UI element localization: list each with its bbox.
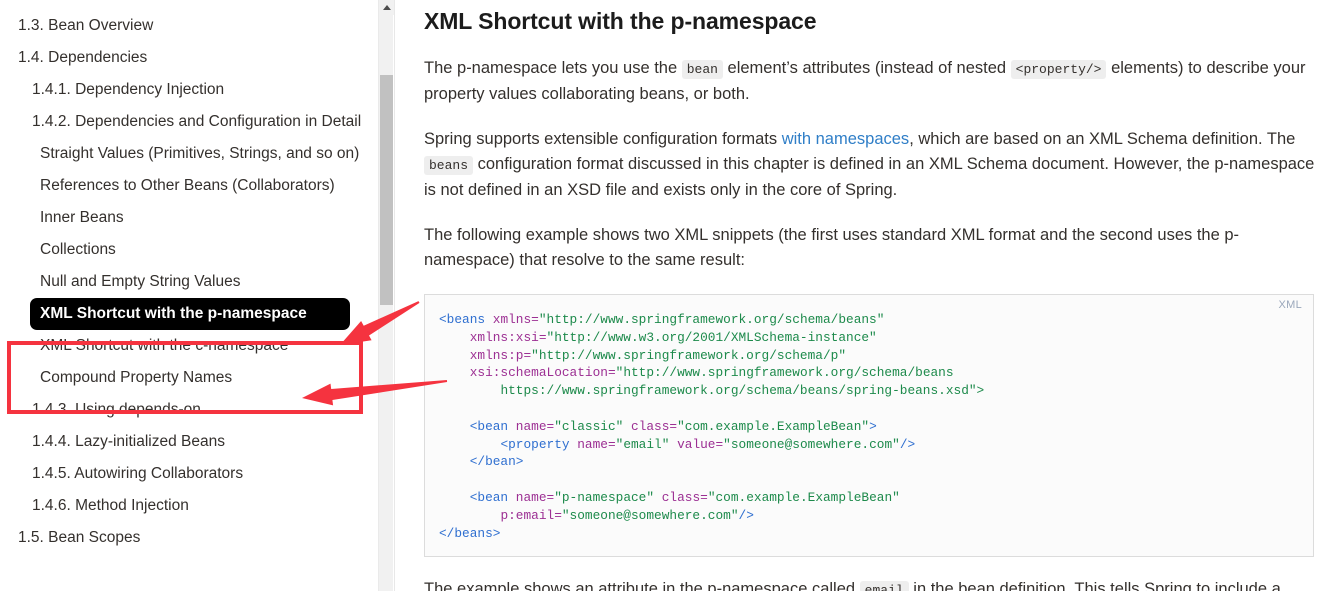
code-block-xml: XML <beans xmlns="http://www.springframe… bbox=[424, 294, 1314, 558]
code-token: "http://www.w3.org/2001/XMLSchema-instan… bbox=[546, 329, 877, 345]
toc-item[interactable]: References to Other Beans (Collaborators… bbox=[0, 170, 378, 202]
code-token: xmlns= bbox=[492, 312, 539, 327]
toc-item[interactable]: 1.4.5. Autowiring Collaborators bbox=[0, 458, 378, 490]
code-token: p:email= bbox=[500, 507, 562, 523]
link-with-namespaces[interactable]: with namespaces bbox=[782, 130, 909, 148]
code-token: <beans bbox=[439, 312, 493, 327]
code-token: </bean> bbox=[469, 454, 524, 470]
paragraph2-part2: , which are based on an XML Schema defin… bbox=[909, 130, 1296, 148]
code-token: <bean bbox=[469, 489, 516, 505]
code-token: value= bbox=[677, 436, 724, 452]
paragraph-following-example: The following example shows two XML snip… bbox=[424, 226, 1240, 269]
code-token: </beans> bbox=[439, 525, 501, 541]
toc-item[interactable]: Straight Values (Primitives, Strings, an… bbox=[0, 138, 378, 170]
toc-item[interactable]: 1.4.4. Lazy-initialized Beans bbox=[0, 426, 378, 458]
code-token: xmlns:xsi= bbox=[469, 329, 547, 345]
paragraph-example-explanation: The example shows an attribute in the p-… bbox=[424, 577, 1324, 591]
toc-item[interactable]: 1.4. Dependencies bbox=[0, 42, 378, 74]
code-language-label: XML bbox=[1278, 299, 1302, 311]
paragraph1-part1: The p-namespace lets you use the bbox=[424, 59, 682, 77]
toc-item[interactable]: 1.4.6. Method Injection bbox=[0, 490, 378, 522]
inline-code-property: <property/> bbox=[1010, 60, 1107, 79]
code-token: class= bbox=[661, 489, 708, 505]
code-token: "http://www.springframework.org/schema/b… bbox=[538, 312, 885, 327]
paragraph-p-namespace-intro: The p-namespace lets you use the bean el… bbox=[424, 56, 1324, 107]
paragraph1-part2: element’s attributes (instead of nested bbox=[722, 59, 1011, 77]
toc-item[interactable]: 1.4.2. Dependencies and Configuration in… bbox=[0, 106, 378, 138]
code-token: name= bbox=[577, 436, 616, 452]
toc-item[interactable]: XML Shortcut with the c-namespace bbox=[0, 330, 378, 362]
code-token: <property bbox=[500, 436, 578, 452]
toc-item-active[interactable]: XML Shortcut with the p-namespace bbox=[30, 298, 350, 330]
toc-item[interactable]: 1.5. Bean Scopes bbox=[0, 522, 378, 554]
main-content: XML Shortcut with the p-namespace The p-… bbox=[424, 0, 1324, 591]
code-token: name= bbox=[515, 418, 555, 434]
code-token: /> bbox=[899, 436, 916, 452]
code-token: "com.example.ExampleBean" bbox=[677, 418, 870, 434]
code-token: xmlns:p= bbox=[469, 347, 532, 363]
code-block-content: <beans xmlns="http://www.springframework… bbox=[439, 311, 1299, 542]
paragraph4-part2: in the bean definition. This tells Sprin… bbox=[908, 580, 1281, 591]
sidebar-content-divider bbox=[394, 0, 395, 591]
toc-item[interactable]: 1.4.1. Dependency Injection bbox=[0, 74, 378, 106]
code-token: <bean bbox=[469, 418, 516, 434]
code-token: class= bbox=[631, 418, 678, 434]
paragraph4-part1: The example shows an attribute in the p-… bbox=[424, 580, 860, 591]
toc-item[interactable]: Null and Empty String Values bbox=[0, 266, 378, 298]
code-token: "email" bbox=[615, 436, 670, 452]
code-token: "someone@somewhere.com" bbox=[723, 436, 900, 452]
toc-sidebar: 1.2. Container Overview1.3. Bean Overvie… bbox=[0, 0, 378, 591]
code-token: "com.example.ExampleBean" bbox=[707, 489, 900, 505]
paragraph2-part1: Spring supports extensible configuration… bbox=[424, 130, 782, 148]
inline-code-beans: beans bbox=[424, 156, 474, 175]
sidebar-scrollbar[interactable] bbox=[378, 0, 394, 591]
code-token: "classic" bbox=[554, 418, 624, 434]
paragraph2-part3: configuration format discussed in this c… bbox=[424, 155, 1315, 199]
toc-list: 1.2. Container Overview1.3. Bean Overvie… bbox=[0, 0, 378, 554]
toc-item[interactable]: Compound Property Names bbox=[0, 362, 378, 394]
code-token: "someone@somewhere.com" bbox=[561, 507, 739, 523]
code-token: name= bbox=[515, 489, 555, 505]
code-token: "p-namespace" bbox=[554, 489, 655, 505]
page-root: 1.2. Container Overview1.3. Bean Overvie… bbox=[0, 0, 1335, 591]
sidebar-scrollbar-thumb[interactable] bbox=[380, 75, 393, 305]
inline-code-email: email bbox=[859, 581, 909, 591]
toc-item[interactable]: 1.3. Bean Overview bbox=[0, 10, 378, 42]
code-token: > bbox=[869, 418, 877, 434]
toc-item[interactable]: Inner Beans bbox=[0, 202, 378, 234]
code-token: /> bbox=[738, 507, 754, 523]
page-title: XML Shortcut with the p-namespace bbox=[424, 8, 817, 34]
code-token: https://www.springframework.org/schema/b… bbox=[500, 383, 985, 399]
code-token: "http://www.springframework.org/schema/p… bbox=[531, 347, 847, 363]
code-token: xsi:schemaLocation= bbox=[469, 365, 616, 381]
toc-item[interactable]: Collections bbox=[0, 234, 378, 266]
toc-item[interactable]: 1.4.3. Using depends-on bbox=[0, 394, 378, 426]
scroll-up-arrow-icon[interactable] bbox=[379, 0, 394, 15]
inline-code-bean: bean bbox=[681, 60, 723, 79]
paragraph-extensible-formats: Spring supports extensible configuration… bbox=[424, 127, 1324, 203]
toc-item[interactable]: 1.2. Container Overview bbox=[0, 0, 378, 10]
code-token: "http://www.springframework.org/schema/b… bbox=[615, 365, 954, 381]
